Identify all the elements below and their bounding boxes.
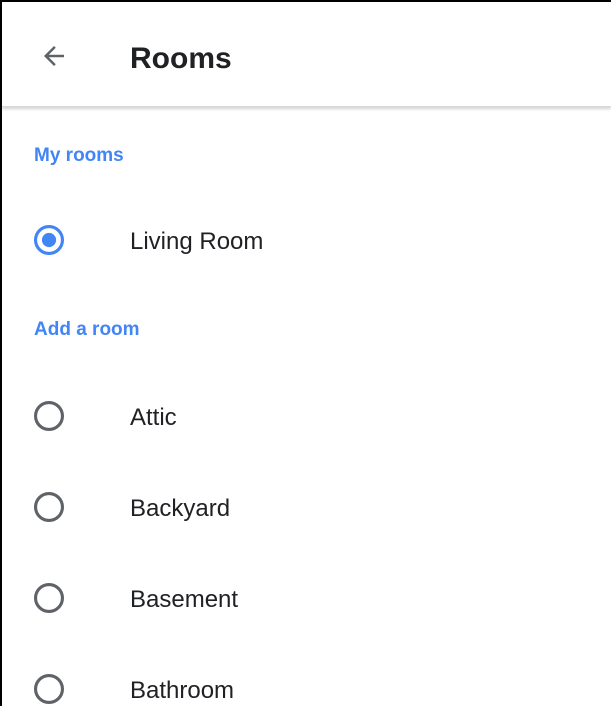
page-title: Rooms xyxy=(130,42,232,75)
room-label: Living Room xyxy=(130,228,264,255)
room-option-attic[interactable]: Attic xyxy=(2,378,611,458)
app-bar: Rooms xyxy=(2,2,611,107)
room-option-backyard[interactable]: Backyard xyxy=(2,469,611,549)
back-button[interactable] xyxy=(28,32,80,84)
room-option-living-room[interactable]: Living Room xyxy=(2,202,611,282)
room-label: Bathroom xyxy=(130,677,235,704)
room-option-bathroom[interactable]: Bathroom xyxy=(2,651,611,706)
room-option-basement[interactable]: Basement xyxy=(2,560,611,640)
radio-unselected-icon[interactable] xyxy=(32,581,66,615)
radio-selected-icon[interactable] xyxy=(32,223,66,257)
room-label: Basement xyxy=(130,586,239,613)
radio-unselected-icon[interactable] xyxy=(32,490,66,524)
radio-unselected-icon[interactable] xyxy=(32,672,66,706)
section-header-my-rooms: My rooms xyxy=(34,145,124,166)
section-header-add-room: Add a room xyxy=(34,319,140,340)
screen: Rooms My rooms Living Room Add a room At… xyxy=(0,0,611,706)
arrow-left-icon xyxy=(39,41,69,76)
room-label: Attic xyxy=(130,404,177,431)
room-label: Backyard xyxy=(130,495,231,522)
radio-unselected-icon[interactable] xyxy=(32,399,66,433)
